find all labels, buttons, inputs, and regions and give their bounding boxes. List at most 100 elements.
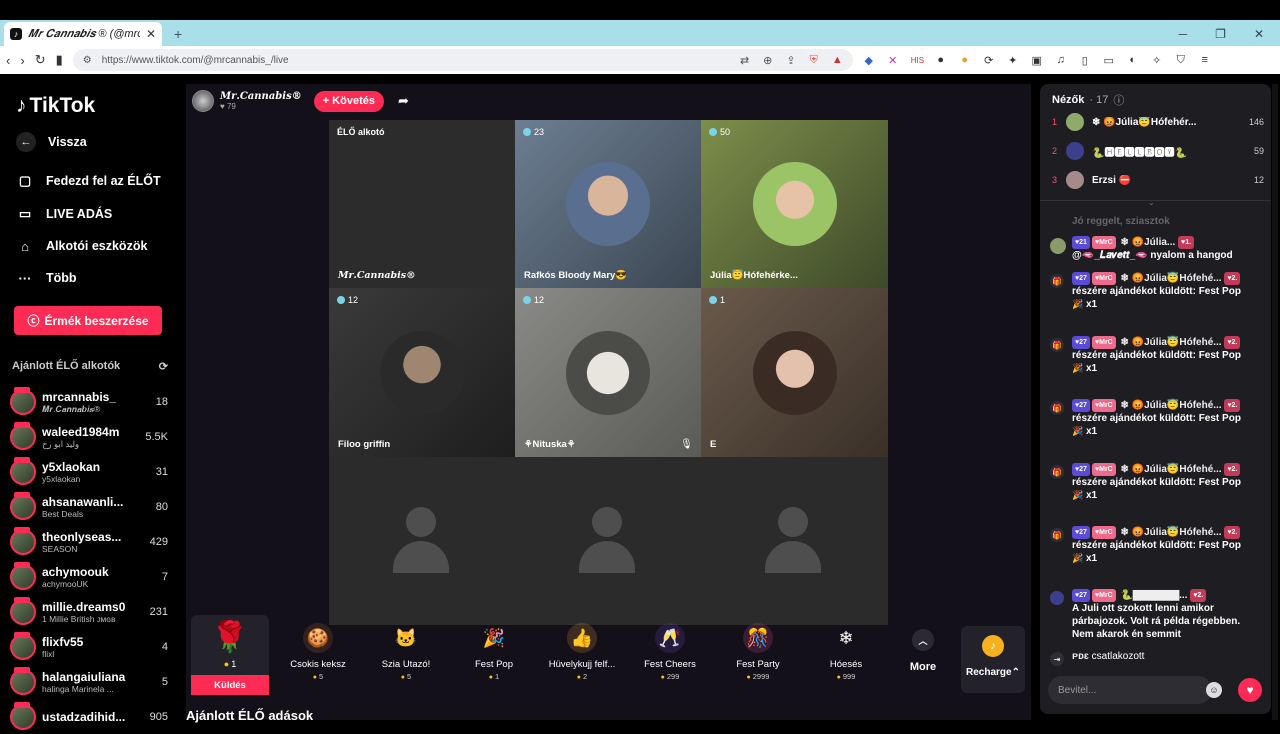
viewer-avatar — [1066, 171, 1084, 189]
extension-refresh-icon[interactable]: ⟳ — [983, 54, 995, 67]
nav-live-studio[interactable]: ▭ LIVE ADÁS — [16, 205, 112, 223]
top-viewer-row[interactable]: 2 🐍🅷🅴🅻🅻🅱🅾🆈🐍 59 — [1052, 142, 1264, 160]
nav-explore-live[interactable]: ▢ Fedezd fel az ÉLŐT — [16, 172, 161, 190]
top-viewer-row[interactable]: 3 Erzsi ⛔ 12 — [1052, 171, 1264, 189]
user-avatar[interactable] — [1050, 591, 1064, 605]
chat-username[interactable]: 🐍▇▇▇▇▇▇... — [1121, 590, 1188, 601]
info-icon[interactable]: ⓘ — [1113, 92, 1124, 108]
extension-his-icon[interactable]: HIS — [911, 56, 924, 65]
top-viewer-row[interactable]: 1 ❄ 😡Júlia😇Hófehér... 146 — [1052, 113, 1264, 131]
logo-text: TikTok — [29, 94, 96, 117]
expand-icon[interactable]: ⌄ — [1148, 198, 1155, 207]
rewards-icon[interactable]: ▲ — [832, 54, 843, 67]
get-coins-button[interactable]: ⓒ Érmék beszerzése — [14, 306, 162, 335]
chat-username[interactable]: ❄ 😡Júlia😇Hófehé... — [1121, 337, 1222, 348]
user-avatar[interactable] — [1050, 238, 1066, 254]
gift-item[interactable]: 👍 Hüvelykujj felf... 2 — [542, 623, 622, 681]
guest-cell[interactable]: 12 ⚘Nituska⚘ 🎙 — [515, 288, 701, 457]
gift-item[interactable]: 🎊 Fest Party 2999 — [718, 623, 798, 681]
extension-x-icon[interactable]: ✕ — [887, 54, 899, 67]
heart-button[interactable]: ♥ — [1238, 678, 1262, 702]
recharge-button[interactable]: ♪ Recharge⌃ — [961, 626, 1025, 693]
extension-color-icon[interactable]: ● — [959, 54, 971, 66]
guest-cell[interactable]: 23 Rafkós Bloody Mary😎 — [515, 120, 701, 288]
recommended-creator[interactable]: ustadzadihid... 905 — [10, 700, 168, 734]
menu-icon[interactable]: ≡ — [1199, 54, 1211, 66]
share-page-icon[interactable]: ⇪ — [786, 54, 795, 67]
recommended-creator[interactable]: theonlyseas... SEASON 429 — [10, 525, 168, 559]
chat-message: 🎁 ♥27 ♥MrC ❄ 😡Júlia😇Hófehé... ♥2. részére… — [1050, 399, 1264, 438]
recommended-creator[interactable]: y5xlaokan y5xlaokan 31 — [10, 455, 168, 489]
recommended-creator[interactable]: flixfv55 flixl 4 — [10, 630, 168, 664]
forward-icon[interactable]: › — [20, 53, 24, 68]
sidebar-toggle-icon[interactable]: ▯ — [1079, 54, 1091, 67]
extension-translate-icon[interactable]: ◆ — [863, 54, 875, 67]
rose-gift[interactable]: 🌹 1 Küldés — [191, 615, 269, 695]
restore-icon[interactable]: ❐ — [1215, 27, 1226, 41]
extension-box-icon[interactable]: ▣ — [1031, 54, 1043, 67]
chat-username[interactable]: ❄ 😡Júlia😇Hófehé... — [1121, 273, 1222, 284]
wallet-icon[interactable]: ▭ — [1103, 54, 1115, 67]
sparkle-icon[interactable]: ✧ — [1151, 54, 1163, 67]
follow-button[interactable]: + Követés — [313, 90, 384, 112]
recommended-creator[interactable]: achymoouk achymooUK 7 — [10, 560, 168, 594]
nav-creator-tools[interactable]: ⌂ Alkotói eszközök — [16, 237, 147, 255]
guest-cell[interactable]: 1 E — [701, 288, 888, 457]
page-scrollbar[interactable] — [1272, 84, 1278, 720]
translate-icon[interactable]: ⇄ — [740, 54, 749, 67]
guest-cell[interactable]: 50 Júlia😇Hófehérke... — [701, 120, 888, 288]
recommended-creator[interactable]: halangaiuliana halinga Marinela ... 5 — [10, 665, 168, 699]
vpn-shield-icon[interactable]: ⛉ — [1175, 54, 1187, 67]
extension-vpn-icon[interactable]: ● — [935, 54, 947, 66]
refresh-icon[interactable]: ⟳ — [159, 360, 168, 373]
guest-cell[interactable]: 12 Filoo griffin — [329, 288, 515, 457]
host-cell[interactable]: ÉLŐ alkotó 𝑴𝒓.𝑪𝒂𝒏𝒏𝒂𝒃𝒊𝒔® — [329, 120, 515, 288]
chat-input[interactable]: Bevitel... — [1048, 676, 1212, 704]
joined-user[interactable]: ᴘᴅɛ — [1072, 651, 1089, 662]
host-avatar[interactable] — [192, 90, 214, 112]
creator-avatar — [10, 492, 36, 520]
gift-item[interactable]: 🍪 Csokis keksz 5 — [278, 623, 358, 681]
nav-more[interactable]: ··· Több — [16, 269, 77, 287]
creator-info: halangaiuliana halinga Marinela ... — [42, 670, 156, 694]
close-window-icon[interactable]: ✕ — [1254, 27, 1264, 41]
bookmark-icon[interactable]: ▮ — [56, 52, 63, 68]
gift-item[interactable]: 🥂 Fest Cheers 299 — [630, 623, 710, 681]
back-icon[interactable]: ‹ — [6, 53, 10, 68]
profile-icon[interactable]: ◐ — [1127, 54, 1139, 66]
reload-icon[interactable]: ↻ — [35, 52, 46, 68]
creator-nickname: y5xlaokan — [42, 474, 81, 484]
minimize-icon[interactable]: ─ — [1179, 27, 1188, 41]
site-settings-icon[interactable]: ⚙ — [83, 55, 92, 66]
chat-username[interactable]: ❄ 😡Júlia😇Hófehé... — [1121, 400, 1222, 411]
empty-seat[interactable] — [329, 457, 515, 625]
emoji-icon[interactable]: ☺ — [1206, 682, 1222, 698]
extension-puzzle-icon[interactable]: ✦ — [1007, 54, 1019, 67]
recommended-creator[interactable]: millie.dreams0 1 Millie British ᴊᴍɢʙ 231 — [10, 595, 168, 629]
chat-username[interactable]: ❄ 😡Júlia... — [1121, 237, 1176, 248]
host-name[interactable]: 𝑴𝒓.𝑪𝒂𝒏𝒏𝒂𝒃𝒊𝒔® — [220, 91, 302, 102]
send-button[interactable]: Küldés — [191, 675, 269, 695]
creator-viewers: 7 — [161, 571, 168, 583]
new-tab-button[interactable]: + — [174, 26, 182, 42]
recommended-creator[interactable]: ahsanawanli... Best Deals 80 — [10, 490, 168, 524]
zoom-icon[interactable]: ⊕ — [763, 54, 772, 67]
gift-item[interactable]: 🎉 Fest Pop 1 — [454, 623, 534, 682]
empty-seat[interactable] — [515, 457, 701, 625]
back-link[interactable]: ← Vissza — [16, 132, 87, 152]
gift-item[interactable]: 🐱 Szia Utazó! 5 — [366, 623, 446, 682]
share-icon[interactable]: ➦ — [398, 93, 409, 109]
browser-tab[interactable]: ♪ 𝑴𝒓 𝑪𝒂𝒏𝒏𝒂𝒃𝒊𝒔 ® (@mrcan ✕ — [4, 22, 162, 46]
more-gifts-button[interactable]: ︿ More — [908, 629, 938, 673]
empty-seat[interactable] — [701, 457, 888, 625]
shield-icon[interactable]: ⛨ — [810, 54, 818, 67]
gift-item[interactable]: ❄ Hóesés 999 — [806, 623, 886, 682]
recommended-creator[interactable]: mrcannabis_ 𝑴𝒓.𝑪𝒂𝒏𝒏𝒂𝒃𝒊𝒔® 18 — [10, 385, 168, 419]
chat-username[interactable]: ❄ 😡Júlia😇Hófehé... — [1121, 464, 1222, 475]
music-icon[interactable]: ♫ — [1055, 54, 1067, 66]
close-tab-icon[interactable]: ✕ — [146, 27, 156, 41]
chat-username[interactable]: ❄ 😡Júlia😇Hófehé... — [1121, 527, 1222, 538]
tiktok-logo[interactable]: ♪ TikTok — [16, 94, 95, 118]
recommended-creator[interactable]: waleed1984m وليد ابو رح 5.5K — [10, 420, 168, 454]
address-bar[interactable]: ⚙ https://www.tiktok.com/@mrcannabis_/li… — [72, 49, 853, 71]
